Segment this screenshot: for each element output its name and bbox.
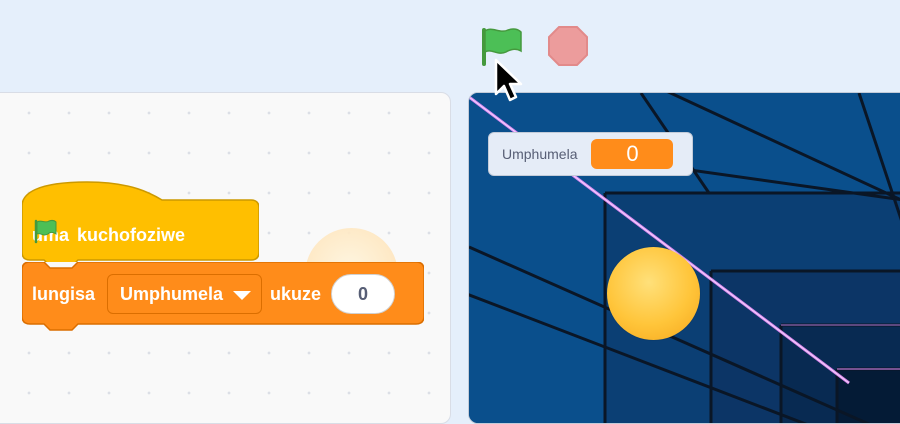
set-variable-block[interactable]: lungisa Umphumela ukuze 0 bbox=[22, 262, 424, 334]
ball-sprite[interactable] bbox=[607, 247, 700, 340]
value-input[interactable]: 0 bbox=[331, 274, 396, 314]
value-input-text: 0 bbox=[358, 283, 369, 304]
set-to-label: ukuze bbox=[270, 283, 322, 304]
monitor-label: Umphumela bbox=[502, 146, 578, 162]
when-flag-clicked-block[interactable]: uma kuchofoziwe bbox=[22, 180, 259, 262]
variable-dropdown-value: Umphumela bbox=[120, 283, 224, 304]
variable-dropdown[interactable]: Umphumela bbox=[107, 274, 263, 314]
variable-monitor[interactable]: Umphumela 0 bbox=[488, 132, 693, 176]
monitor-value: 0 bbox=[591, 139, 674, 169]
stage[interactable]: Umphumela 0 bbox=[468, 92, 900, 424]
set-verb-label: lungisa bbox=[32, 283, 96, 304]
hat-suffix-label: kuchofoziwe bbox=[77, 224, 186, 245]
green-flag-icon bbox=[34, 219, 57, 244]
green-flag-icon[interactable] bbox=[478, 24, 524, 68]
dropdown-arrow-icon bbox=[233, 290, 252, 300]
stage-header bbox=[0, 0, 900, 92]
stop-icon[interactable] bbox=[546, 24, 590, 68]
